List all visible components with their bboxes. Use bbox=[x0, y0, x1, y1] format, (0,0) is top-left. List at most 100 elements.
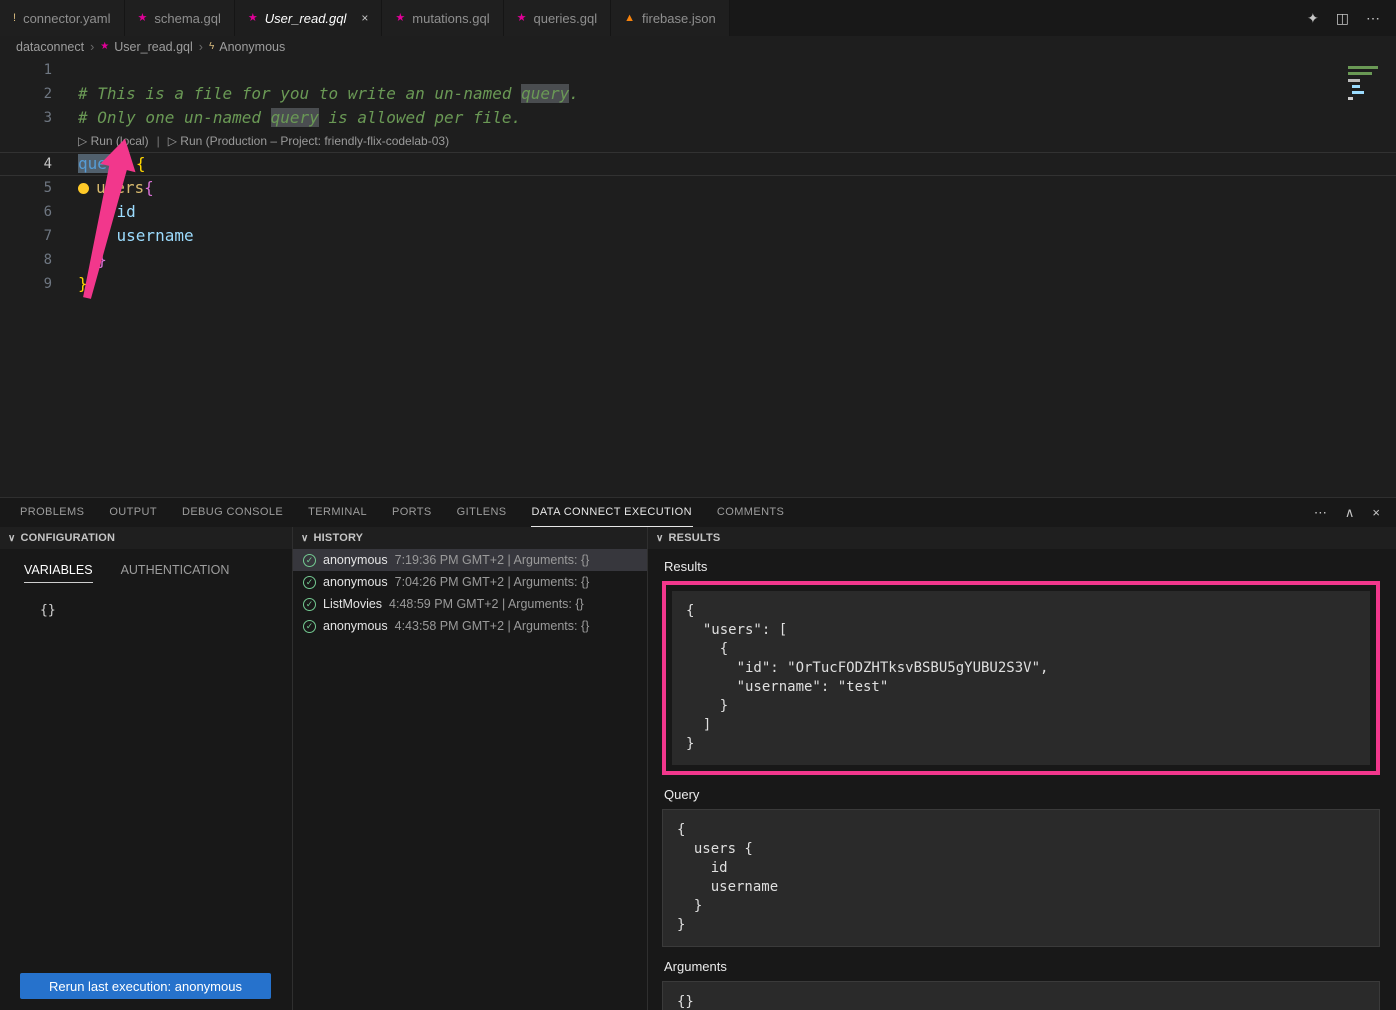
tab-queries.gql[interactable]: ★ queries.gql bbox=[504, 0, 611, 36]
close-icon[interactable]: × bbox=[361, 11, 368, 25]
panel-tab-data-connect-execution[interactable]: DATA CONNECT EXECUTION bbox=[531, 498, 693, 527]
code-line-2[interactable]: 2# This is a file for you to write an un… bbox=[0, 82, 1396, 106]
panel-tab-output[interactable]: OUTPUT bbox=[108, 498, 158, 527]
code-line-1[interactable]: 1 bbox=[0, 58, 1396, 82]
history-name: anonymous bbox=[323, 553, 388, 567]
breadcrumb-item-dataconnect[interactable]: dataconnect bbox=[16, 40, 84, 54]
results-content: Results{ "users": [ { "id": "OrTucFODZHT… bbox=[648, 549, 1396, 1010]
panel-tab-problems[interactable]: PROBLEMS bbox=[19, 498, 85, 527]
history-item[interactable]: ✓anonymous7:19:36 PM GMT+2 | Arguments: … bbox=[293, 549, 647, 571]
codelens-separator: | bbox=[157, 130, 160, 152]
chevron-down-icon: ∨ bbox=[656, 533, 664, 544]
panel-tab-terminal[interactable]: TERMINAL bbox=[307, 498, 368, 527]
editor-tab-bar: !connector.yaml ★ schema.gql ★User_read.gql… bbox=[0, 0, 1396, 36]
history-name: anonymous bbox=[323, 575, 388, 589]
editor[interactable]: 12# This is a file for you to write an u… bbox=[0, 58, 1396, 497]
configuration-header[interactable]: ∨ CONFIGURATION bbox=[0, 527, 292, 549]
chevron-down-icon: ∨ bbox=[8, 533, 16, 544]
line-number: 9 bbox=[0, 272, 52, 296]
run-local-link[interactable]: ▷ Run (local) bbox=[78, 130, 149, 152]
tab-label: connector.yaml bbox=[23, 11, 110, 26]
code-token: { bbox=[144, 178, 154, 197]
code-token bbox=[78, 202, 117, 221]
section-heading-arguments: Arguments bbox=[664, 959, 1380, 974]
results-title: RESULTS bbox=[669, 532, 721, 544]
code-line-3[interactable]: 3# Only one un-named query is allowed pe… bbox=[0, 106, 1396, 130]
breadcrumb-item-user-read.gql[interactable]: ★User_read.gql bbox=[100, 40, 192, 54]
line-number: 2 bbox=[0, 82, 52, 106]
results-header[interactable]: ∨ RESULTS bbox=[648, 527, 1396, 549]
panel-tab-ports[interactable]: PORTS bbox=[391, 498, 433, 527]
code-line-8[interactable]: 8 } bbox=[0, 248, 1396, 272]
tab-mutations.gql[interactable]: ★mutations.gql bbox=[382, 0, 503, 36]
tab-user-read.gql[interactable]: ★User_read.gql× bbox=[235, 0, 383, 36]
config-tab-variables[interactable]: VARIABLES bbox=[24, 563, 93, 583]
split-editor-icon[interactable]: ◫ bbox=[1336, 10, 1349, 27]
copilot-icon[interactable]: ✦ bbox=[1307, 10, 1319, 27]
more-actions-icon[interactable]: ⋯ bbox=[1366, 10, 1380, 27]
code-line-7[interactable]: 7 username bbox=[0, 224, 1396, 248]
code-line-9[interactable]: 9} bbox=[0, 272, 1396, 296]
panel-tab-debug-console[interactable]: DEBUG CONSOLE bbox=[181, 498, 284, 527]
tab-label: firebase.json bbox=[642, 11, 716, 26]
code-token: . bbox=[569, 84, 579, 103]
lightbulb-icon[interactable] bbox=[78, 183, 89, 194]
history-title: HISTORY bbox=[314, 532, 364, 544]
tab-schema.gql[interactable]: ★ schema.gql bbox=[125, 0, 235, 36]
variables-value: {} bbox=[0, 583, 292, 618]
code-token: id bbox=[117, 202, 136, 221]
code-block-query: { users { id username } } bbox=[662, 809, 1380, 947]
config-tab-authentication[interactable]: AUTHENTICATION bbox=[121, 563, 230, 583]
editor-tabs: !connector.yaml ★ schema.gql ★User_read.gql… bbox=[0, 0, 730, 36]
annotation-highlight: { "users": [ { "id": "OrTucFODZHTksvBSBU… bbox=[662, 581, 1380, 775]
tab-label: queries.gql bbox=[533, 11, 597, 26]
graphql-file-icon: ★ bbox=[138, 13, 148, 24]
history-item[interactable]: ✓anonymous4:43:58 PM GMT+2 | Arguments: … bbox=[293, 615, 647, 637]
titlebar-actions: ✦ ◫ ⋯ bbox=[1291, 0, 1396, 36]
more-actions-icon[interactable]: ⋯ bbox=[1314, 505, 1327, 521]
maximize-panel-icon[interactable]: ∧ bbox=[1345, 505, 1355, 521]
configuration-title: CONFIGURATION bbox=[21, 532, 116, 544]
code-token bbox=[126, 154, 136, 173]
tab-label: schema.gql bbox=[154, 11, 220, 26]
panel-tabs: PROBLEMS OUTPUT DEBUG CONSOLE TERMINAL PORTS… bbox=[19, 498, 785, 527]
code-line-6[interactable]: 6 id bbox=[0, 200, 1396, 224]
graphql-file-icon: ★ bbox=[395, 13, 405, 24]
codelens-gutter bbox=[0, 130, 78, 152]
check-circle-icon: ✓ bbox=[303, 620, 316, 633]
tab-connector.yaml[interactable]: !connector.yaml bbox=[0, 0, 125, 36]
code-token bbox=[78, 250, 97, 269]
vscode-window: !connector.yaml ★ schema.gql ★User_read.gql… bbox=[0, 0, 1396, 497]
line-number: 3 bbox=[0, 106, 52, 130]
config-tabs: VARIABLES AUTHENTICATION bbox=[0, 549, 292, 583]
breadcrumb-separator: › bbox=[90, 40, 94, 54]
code-token: # Only one un-named bbox=[78, 108, 271, 127]
code-line-5[interactable]: 5users{ bbox=[0, 176, 1396, 200]
panel-tab-comments[interactable]: COMMENTS bbox=[716, 498, 785, 527]
tab-firebase.json[interactable]: ▲ firebase.json bbox=[611, 0, 730, 36]
code-token: query bbox=[78, 154, 126, 173]
run-production-link[interactable]: ▷ Run (Production – Project: friendly-fl… bbox=[168, 130, 449, 152]
results-panel: ∨ RESULTS Results{ "users": [ { "id": "O… bbox=[648, 527, 1396, 1010]
minimap[interactable] bbox=[1348, 62, 1384, 110]
panel-tab-bar: PROBLEMS OUTPUT DEBUG CONSOLE TERMINAL PORTS… bbox=[0, 498, 1396, 527]
chevron-down-icon: ∨ bbox=[301, 533, 309, 544]
breadcrumb-label: Anonymous bbox=[219, 40, 285, 54]
breadcrumb-item-anonymous[interactable]: ϟAnonymous bbox=[209, 40, 285, 54]
panel-tab-gitlens[interactable]: GITLENS bbox=[456, 498, 508, 527]
history-name: anonymous bbox=[323, 619, 388, 633]
graphql-file-icon: ★ bbox=[517, 13, 527, 24]
close-panel-icon[interactable]: × bbox=[1372, 505, 1380, 520]
history-item[interactable]: ✓ListMovies4:48:59 PM GMT+2 | Arguments:… bbox=[293, 593, 647, 615]
history-detail: 7:04:26 PM GMT+2 | Arguments: {} bbox=[395, 575, 590, 589]
history-item[interactable]: ✓anonymous7:04:26 PM GMT+2 | Arguments: … bbox=[293, 571, 647, 593]
line-number: 7 bbox=[0, 224, 52, 248]
code-token: query bbox=[521, 84, 569, 103]
rerun-button[interactable]: Rerun last execution: anonymous bbox=[20, 973, 271, 999]
codelens: ▷ Run (local) | ▷ Run (Production – Projec… bbox=[0, 130, 1396, 152]
bottom-panel: PROBLEMS OUTPUT DEBUG CONSOLE TERMINAL PORTS… bbox=[0, 497, 1396, 1010]
graphql-file-icon: ★ bbox=[248, 13, 258, 24]
code-line-4[interactable]: 4query { bbox=[0, 152, 1396, 176]
history-header[interactable]: ∨ HISTORY bbox=[293, 527, 647, 549]
firebase-file-icon: ▲ bbox=[624, 13, 635, 24]
